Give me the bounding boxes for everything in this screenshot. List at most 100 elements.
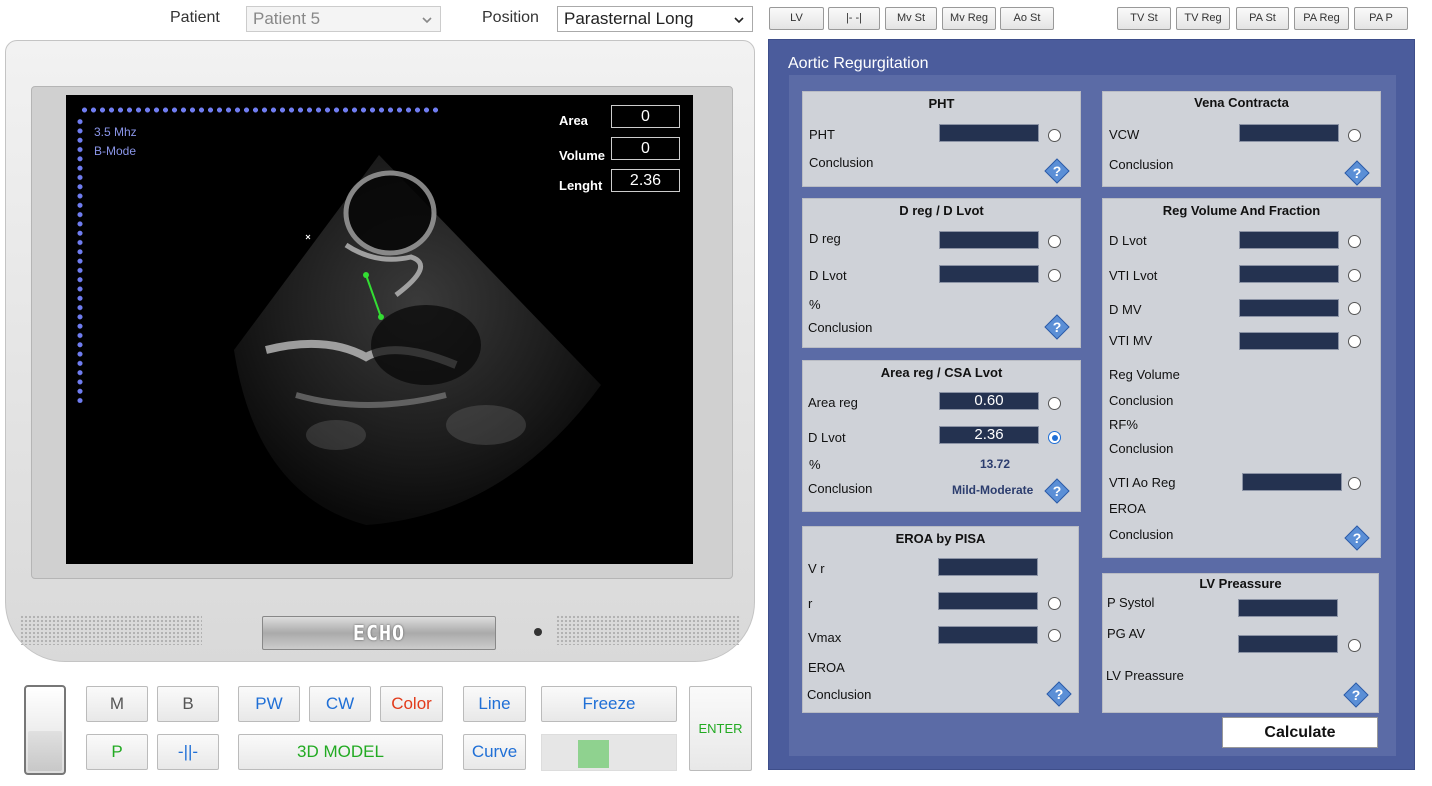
3d-model-button[interactable]: 3D MODEL bbox=[238, 734, 443, 770]
measure-point-end bbox=[378, 314, 384, 320]
svg-text:?: ? bbox=[1353, 165, 1362, 181]
tab-ao-st[interactable]: Ao St bbox=[1000, 7, 1054, 30]
rv-dmv-label: D MV bbox=[1109, 302, 1142, 317]
tab-caliper[interactable]: |- -| bbox=[828, 7, 880, 30]
cw-button[interactable]: CW bbox=[309, 686, 371, 722]
area-reg-input[interactable]: 0.60 bbox=[939, 392, 1039, 410]
tab-pa-reg[interactable]: PA Reg bbox=[1294, 7, 1349, 30]
rv-vtimv-label: VTI MV bbox=[1109, 333, 1153, 348]
svg-text:?: ? bbox=[1352, 687, 1361, 703]
help-icon[interactable]: ? bbox=[1044, 158, 1070, 184]
pgav-radio[interactable] bbox=[1348, 639, 1361, 652]
freeze-button[interactable]: Freeze bbox=[541, 686, 677, 722]
dreg-percent-label: % bbox=[809, 297, 821, 312]
tab-mv-reg[interactable]: Mv Reg bbox=[942, 7, 996, 30]
length-value: 2.36 bbox=[611, 169, 680, 192]
pht-input[interactable] bbox=[939, 124, 1039, 142]
area-label: Area bbox=[559, 113, 588, 128]
vcw-input[interactable] bbox=[1239, 124, 1339, 142]
enter-button[interactable]: ENTER bbox=[689, 686, 752, 771]
echo-logo: ECHO bbox=[262, 616, 496, 650]
help-icon[interactable]: ? bbox=[1344, 160, 1370, 186]
pgav-input[interactable] bbox=[1238, 635, 1338, 653]
dreg-card-title: D reg / D Lvot bbox=[899, 203, 984, 218]
patient-select-value: Patient 5 bbox=[253, 9, 321, 28]
rv-vtimv-input[interactable] bbox=[1239, 332, 1339, 350]
calculate-button[interactable]: Calculate bbox=[1222, 717, 1378, 748]
patient-select[interactable]: Patient 5 bbox=[246, 6, 441, 32]
vcw-radio[interactable] bbox=[1348, 129, 1361, 142]
rv-vtiaoreg-radio[interactable] bbox=[1348, 477, 1361, 490]
tab-pa-p[interactable]: PA P bbox=[1354, 7, 1408, 30]
area-dlvot-input[interactable]: 2.36 bbox=[939, 426, 1039, 444]
dreg-label: D reg bbox=[809, 231, 841, 246]
pisa-vr-input[interactable] bbox=[938, 558, 1038, 576]
ultrasound-image bbox=[234, 155, 601, 525]
caliper-button[interactable]: -||- bbox=[157, 734, 219, 770]
vena-contracta-card-title: Vena Contracta bbox=[1194, 95, 1289, 110]
pisa-vmax-radio[interactable] bbox=[1048, 629, 1061, 642]
help-icon[interactable]: ? bbox=[1044, 478, 1070, 504]
position-select[interactable]: Parasternal Long bbox=[557, 6, 753, 32]
ultrasound-screen[interactable]: 3.5 Mhz B-Mode Area 0 Volume 0 Lenght 2.… bbox=[66, 95, 693, 564]
psystol-input[interactable] bbox=[1238, 599, 1338, 617]
area-reg-label: Area reg bbox=[808, 395, 858, 410]
tab-lv[interactable]: LV bbox=[769, 7, 824, 30]
volume-value: 0 bbox=[611, 137, 680, 160]
pht-radio[interactable] bbox=[1048, 129, 1061, 142]
mode-b-button[interactable]: B bbox=[157, 686, 219, 722]
dreg-radio[interactable] bbox=[1048, 235, 1061, 248]
area-dlvot-radio-selected[interactable] bbox=[1048, 431, 1061, 444]
lv-pressure-card-title: LV Preassure bbox=[1199, 576, 1282, 591]
help-icon[interactable]: ? bbox=[1343, 682, 1369, 708]
rv-vtilvot-radio[interactable] bbox=[1348, 269, 1361, 282]
pisa-eroa-label: EROA bbox=[808, 660, 845, 675]
chevron-down-icon bbox=[422, 17, 432, 24]
frame-slider[interactable] bbox=[541, 734, 677, 771]
help-icon[interactable]: ? bbox=[1044, 314, 1070, 340]
rv-dlvot-radio[interactable] bbox=[1348, 235, 1361, 248]
area-conclusion-label: Conclusion bbox=[808, 481, 873, 496]
svg-text:?: ? bbox=[1053, 319, 1062, 335]
pisa-r-input[interactable] bbox=[938, 592, 1038, 610]
rv-conclusion-1-label: Conclusion bbox=[1109, 393, 1174, 408]
tab-pa-st[interactable]: PA St bbox=[1236, 7, 1289, 30]
tab-tv-reg[interactable]: TV Reg bbox=[1176, 7, 1230, 30]
rv-dmv-input[interactable] bbox=[1239, 299, 1339, 317]
probe-toggle-switch[interactable] bbox=[24, 685, 66, 775]
area-reg-radio[interactable] bbox=[1048, 397, 1061, 410]
help-icon[interactable]: ? bbox=[1344, 525, 1370, 551]
rv-vtiaoreg-input[interactable] bbox=[1242, 473, 1342, 491]
tab-tv-st[interactable]: TV St bbox=[1117, 7, 1171, 30]
slider-thumb[interactable] bbox=[578, 740, 609, 768]
line-button[interactable]: Line bbox=[463, 686, 526, 722]
pht-conclusion-label: Conclusion bbox=[809, 155, 874, 170]
rv-conclusion-3-label: Conclusion bbox=[1109, 527, 1174, 542]
dreg-input[interactable] bbox=[939, 231, 1039, 249]
pisa-vmax-label: Vmax bbox=[808, 630, 842, 645]
mode-m-button[interactable]: M bbox=[86, 686, 148, 722]
pisa-r-radio[interactable] bbox=[1048, 597, 1061, 610]
pgav-label: PG AV bbox=[1107, 626, 1146, 641]
svg-text:?: ? bbox=[1353, 530, 1362, 546]
rv-dmv-radio[interactable] bbox=[1348, 302, 1361, 315]
area-percent-value: 13.72 bbox=[980, 457, 1011, 471]
toggle-lower bbox=[28, 731, 62, 771]
measure-point-start bbox=[363, 272, 369, 278]
pw-button[interactable]: PW bbox=[238, 686, 300, 722]
mode-p-button[interactable]: P bbox=[86, 734, 148, 770]
curve-button[interactable]: Curve bbox=[463, 734, 526, 770]
dreg-dlvot-label: D Lvot bbox=[809, 268, 847, 283]
dreg-dlvot-radio[interactable] bbox=[1048, 269, 1061, 282]
rv-dlvot-input[interactable] bbox=[1239, 231, 1339, 249]
tab-mv-st[interactable]: Mv St bbox=[885, 7, 937, 30]
pisa-vmax-input[interactable] bbox=[938, 626, 1038, 644]
area-reg-card-title: Area reg / CSA Lvot bbox=[880, 365, 1003, 380]
speaker-left bbox=[20, 615, 202, 645]
rv-vtilvot-input[interactable] bbox=[1239, 265, 1339, 283]
rv-vtimv-radio[interactable] bbox=[1348, 335, 1361, 348]
help-icon[interactable]: ? bbox=[1046, 681, 1072, 707]
color-button[interactable]: Color bbox=[380, 686, 443, 722]
vena-conclusion-label: Conclusion bbox=[1109, 157, 1174, 172]
dreg-dlvot-input[interactable] bbox=[939, 265, 1039, 283]
